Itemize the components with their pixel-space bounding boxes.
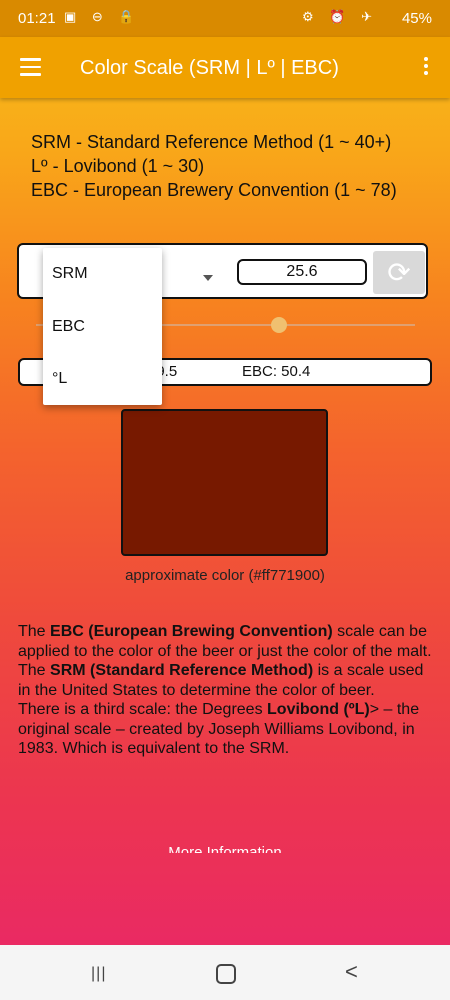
chevron-down-icon: [203, 275, 213, 281]
result-ebc: EBC: 50.4: [242, 363, 311, 380]
app-bar: Color Scale (SRM | Lº | EBC): [0, 37, 450, 98]
home-button[interactable]: [216, 964, 236, 984]
dropdown-option-srm[interactable]: SRM: [52, 265, 88, 283]
battery-level: 45%: [401, 10, 432, 27]
scale-dropdown-menu: SRM EBC °L: [43, 248, 162, 405]
info-paragraph-lovibond: There is a third scale: the Degrees Lovi…: [18, 701, 420, 757]
color-swatch: [121, 409, 328, 556]
info-paragraph-ebc: The EBC (European Brewing Convention) sc…: [18, 623, 432, 660]
dropdown-option-ebc[interactable]: EBC: [52, 318, 85, 336]
back-button[interactable]: <: [345, 959, 358, 985]
dropdown-option-lovibond[interactable]: °L: [52, 370, 67, 388]
definition-ebc: EBC - European Brewery Convention (1 ~ 7…: [31, 180, 397, 200]
more-information-link[interactable]: More Information: [0, 843, 450, 853]
info-paragraph-srm: The SRM (Standard Reference Method) is a…: [18, 662, 424, 699]
swatch-caption: approximate color (#ff771900): [125, 567, 325, 584]
value-input[interactable]: 25.6: [237, 259, 367, 285]
recent-apps-button[interactable]: |||: [91, 965, 106, 983]
definition-lovibond: Lº - Lovibond (1 ~ 30): [31, 156, 205, 176]
definition-srm: SRM - Standard Reference Method (1 ~ 40+…: [31, 132, 392, 152]
notification-icons: ▣ ⊖ 🔒: [64, 9, 141, 24]
refresh-icon: ⟳: [387, 257, 411, 288]
more-vert-icon[interactable]: [424, 57, 430, 78]
system-status-icons: ⚙ ⏰ ✈: [302, 9, 378, 24]
navigation-bar: ||| <: [0, 945, 450, 1000]
scale-definitions: SRM - Standard Reference Method (1 ~ 40+…: [31, 130, 397, 202]
status-bar: 01:21 ▣ ⊖ 🔒 ⚙ ⏰ ✈ 45%: [0, 0, 450, 37]
info-text: The EBC (European Brewing Convention) sc…: [18, 622, 434, 759]
value-slider-thumb[interactable]: [270, 317, 287, 333]
app-title: Color Scale (SRM | Lº | EBC): [80, 57, 339, 79]
refresh-button[interactable]: ⟳: [373, 251, 425, 294]
hamburger-icon[interactable]: [20, 58, 41, 76]
clock: 01:21: [18, 10, 56, 27]
